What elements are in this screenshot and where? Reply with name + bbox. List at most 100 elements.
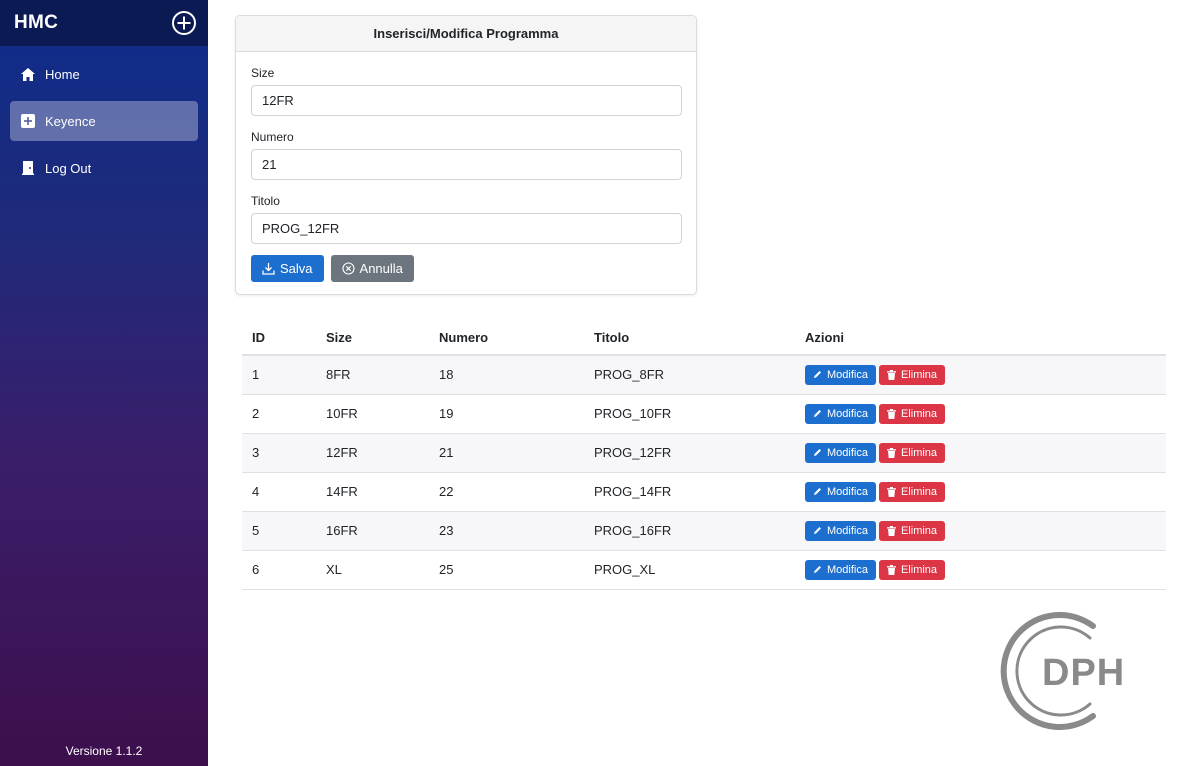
edit-button[interactable]: Modifica bbox=[805, 520, 876, 541]
cell-actions: Modifica Elimina bbox=[795, 472, 1166, 512]
trash-icon bbox=[886, 447, 896, 458]
cell-titolo: PROG_XL bbox=[584, 550, 795, 590]
cell-size: 10FR bbox=[316, 394, 429, 434]
plus-square-icon bbox=[20, 114, 35, 129]
add-circle-icon[interactable] bbox=[172, 11, 196, 35]
pencil-icon bbox=[814, 449, 821, 456]
trash-icon bbox=[886, 486, 896, 497]
column-header-numero: Numero bbox=[429, 320, 584, 356]
cell-id: 2 bbox=[242, 394, 316, 434]
delete-label: Elimina bbox=[900, 485, 938, 498]
delete-button[interactable]: Elimina bbox=[878, 403, 946, 424]
table-row: 5 16FR 23 PROG_16FR Modifica Elimina bbox=[242, 511, 1166, 551]
cell-size: 12FR bbox=[316, 433, 429, 473]
size-label: Size bbox=[251, 66, 275, 80]
titolo-input[interactable] bbox=[251, 213, 682, 244]
download-icon bbox=[262, 263, 275, 275]
cell-id: 1 bbox=[242, 355, 316, 395]
pencil-icon bbox=[814, 488, 821, 495]
edit-label: Modifica bbox=[827, 446, 868, 459]
delete-label: Elimina bbox=[900, 524, 938, 537]
edit-button[interactable]: Modifica bbox=[805, 364, 876, 385]
pencil-icon bbox=[814, 410, 821, 417]
delete-button[interactable]: Elimina bbox=[878, 520, 946, 541]
cell-size: 8FR bbox=[316, 355, 429, 395]
sidebar-header: HMC bbox=[0, 0, 208, 46]
logo-text: DPH bbox=[1042, 652, 1125, 694]
cell-actions: Modifica Elimina bbox=[795, 550, 1166, 590]
cell-actions: Modifica Elimina bbox=[795, 394, 1166, 434]
table-row: 3 12FR 21 PROG_12FR Modifica Elimina bbox=[242, 433, 1166, 473]
delete-label: Elimina bbox=[900, 368, 938, 381]
trash-icon bbox=[886, 369, 896, 380]
titolo-label: Titolo bbox=[251, 194, 280, 208]
door-icon bbox=[20, 161, 35, 176]
delete-button[interactable]: Elimina bbox=[878, 442, 946, 463]
numero-input[interactable] bbox=[251, 149, 682, 180]
trash-icon bbox=[886, 408, 896, 419]
delete-label: Elimina bbox=[900, 446, 938, 459]
trash-icon bbox=[886, 525, 896, 536]
edit-button[interactable]: Modifica bbox=[805, 403, 876, 424]
form-body: Size Numero Titolo Salva Annulla bbox=[236, 52, 696, 282]
sidebar-item-logout[interactable]: Log Out bbox=[10, 148, 198, 188]
cell-size: XL bbox=[316, 550, 429, 590]
cell-numero: 22 bbox=[429, 472, 584, 512]
edit-label: Modifica bbox=[827, 368, 868, 381]
sidebar-item-label: Home bbox=[45, 66, 80, 82]
cell-numero: 18 bbox=[429, 355, 584, 395]
cell-size: 14FR bbox=[316, 472, 429, 512]
sidebar-item-home[interactable]: Home bbox=[10, 54, 198, 94]
table-header-row: ID Size Numero Titolo Azioni bbox=[242, 320, 1166, 356]
cell-numero: 25 bbox=[429, 550, 584, 590]
pencil-icon bbox=[814, 566, 821, 573]
edit-label: Modifica bbox=[827, 407, 868, 420]
column-header-size: Size bbox=[316, 320, 429, 356]
edit-button[interactable]: Modifica bbox=[805, 442, 876, 463]
table-row: 1 8FR 18 PROG_8FR Modifica Elimina bbox=[242, 355, 1166, 395]
cell-titolo: PROG_10FR bbox=[584, 394, 795, 434]
cell-id: 6 bbox=[242, 550, 316, 590]
table-row: 2 10FR 19 PROG_10FR Modifica Elimina bbox=[242, 394, 1166, 434]
cancel-circle-icon bbox=[341, 262, 355, 275]
cancel-button[interactable]: Annulla bbox=[330, 255, 414, 282]
delete-button[interactable]: Elimina bbox=[878, 481, 946, 502]
delete-button[interactable]: Elimina bbox=[878, 364, 946, 385]
programs-table: ID Size Numero Titolo Azioni 1 8FR 18 PR… bbox=[242, 320, 1166, 590]
pencil-icon bbox=[814, 371, 821, 379]
sidebar-item-label: Log Out bbox=[45, 160, 92, 176]
brand-title: HMC bbox=[14, 12, 59, 33]
edit-label: Modifica bbox=[827, 563, 868, 576]
column-header-id: ID bbox=[242, 320, 316, 356]
home-icon bbox=[20, 67, 35, 82]
cell-actions: Modifica Elimina bbox=[795, 355, 1166, 395]
pencil-icon bbox=[814, 527, 821, 534]
sidebar-nav: Home Keyence Log Out bbox=[0, 46, 208, 188]
cell-numero: 21 bbox=[429, 433, 584, 473]
sidebar: HMC Home Keyence Log Out Versione 1.1.2 bbox=[0, 0, 208, 766]
delete-button[interactable]: Elimina bbox=[878, 559, 946, 580]
edit-label: Modifica bbox=[827, 524, 868, 537]
cell-titolo: PROG_16FR bbox=[584, 511, 795, 551]
save-button[interactable]: Salva bbox=[251, 255, 324, 282]
edit-button[interactable]: Modifica bbox=[805, 481, 876, 502]
sidebar-item-keyence[interactable]: Keyence bbox=[10, 101, 198, 141]
edit-button[interactable]: Modifica bbox=[805, 559, 876, 580]
cell-size: 16FR bbox=[316, 511, 429, 551]
cell-id: 3 bbox=[242, 433, 316, 473]
form-title: Inserisci/Modifica Programma bbox=[236, 16, 696, 52]
cell-titolo: PROG_12FR bbox=[584, 433, 795, 473]
edit-label: Modifica bbox=[827, 485, 868, 498]
numero-label: Numero bbox=[251, 130, 294, 144]
cancel-label: Annulla bbox=[359, 261, 403, 276]
column-header-azioni: Azioni bbox=[795, 320, 1166, 356]
cell-numero: 23 bbox=[429, 511, 584, 551]
save-label: Salva bbox=[280, 261, 313, 276]
size-input[interactable] bbox=[251, 85, 682, 116]
dph-logo: DPH bbox=[1000, 612, 1125, 730]
trash-icon bbox=[886, 564, 896, 575]
program-form-card: Inserisci/Modifica Programma Size Numero… bbox=[235, 15, 697, 295]
table-row: 6 XL 25 PROG_XL Modifica Elimina bbox=[242, 550, 1166, 590]
cell-actions: Modifica Elimina bbox=[795, 511, 1166, 551]
delete-label: Elimina bbox=[900, 563, 938, 576]
